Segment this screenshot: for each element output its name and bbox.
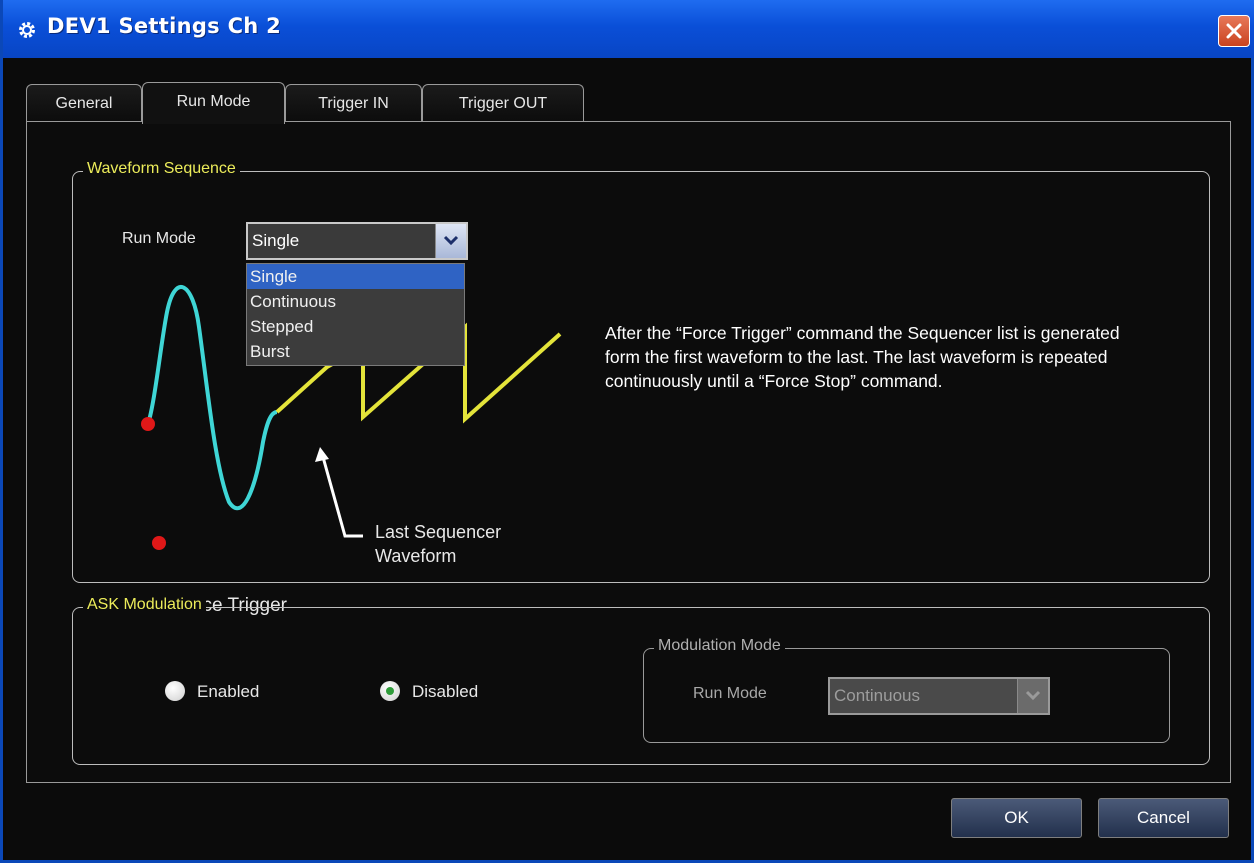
settings-gear-icon: [19, 22, 35, 38]
modulation-run-mode-select[interactable]: Continuous: [828, 677, 1050, 715]
run-mode-tab-page: Waveform Sequence Run Mode Single Single…: [26, 121, 1231, 783]
last-sequencer-label-1: Last Sequencer: [375, 522, 502, 542]
modulation-run-mode-label: Run Mode: [693, 685, 767, 702]
close-icon: [1226, 23, 1242, 39]
tab-general[interactable]: General: [26, 84, 142, 122]
modulation-dropdown-arrow[interactable]: [1017, 679, 1048, 713]
option-stepped[interactable]: Stepped: [247, 314, 464, 339]
disabled-label: Disabled: [412, 682, 479, 701]
window-title: DEV1 Settings Ch 2: [47, 14, 282, 38]
force-trigger-point: [141, 417, 155, 431]
ok-button[interactable]: OK: [951, 798, 1082, 838]
chevron-down-icon: [1025, 690, 1041, 701]
title-bar[interactable]: DEV1 Settings Ch 2: [3, 0, 1254, 58]
option-burst[interactable]: Burst: [247, 339, 464, 364]
modulation-run-mode-value: Continuous: [834, 686, 921, 705]
enabled-radio[interactable]: [165, 681, 185, 701]
last-sequencer-label-2: Waveform: [375, 546, 457, 566]
modulation-mode-label: Modulation Mode: [654, 637, 785, 655]
dialog-body: General Run Mode Trigger IN Trigger OUT …: [6, 58, 1251, 860]
run-mode-description: After the “Force Trigger” command the Se…: [605, 323, 1120, 391]
tab-trigger-in[interactable]: Trigger IN: [285, 84, 422, 122]
ask-modulation-label: ASK Modulation: [83, 596, 206, 614]
pointer-arrow: [321, 456, 363, 538]
close-button[interactable]: [1218, 15, 1250, 47]
run-mode-dropdown-list: Single Continuous Stepped Burst: [246, 263, 465, 366]
option-single[interactable]: Single: [247, 264, 464, 289]
cancel-button[interactable]: Cancel: [1098, 798, 1229, 838]
tab-run-mode[interactable]: Run Mode: [142, 82, 285, 124]
legend-dot: [152, 536, 166, 550]
tab-trigger-out[interactable]: Trigger OUT: [422, 84, 584, 122]
enabled-label: Enabled: [197, 682, 260, 701]
disabled-radio[interactable]: [380, 681, 400, 701]
radio-selected-dot: [386, 687, 394, 695]
option-continuous[interactable]: Continuous: [247, 289, 464, 314]
settings-dialog: DEV1 Settings Ch 2 General Run Mode Trig…: [0, 0, 1254, 863]
